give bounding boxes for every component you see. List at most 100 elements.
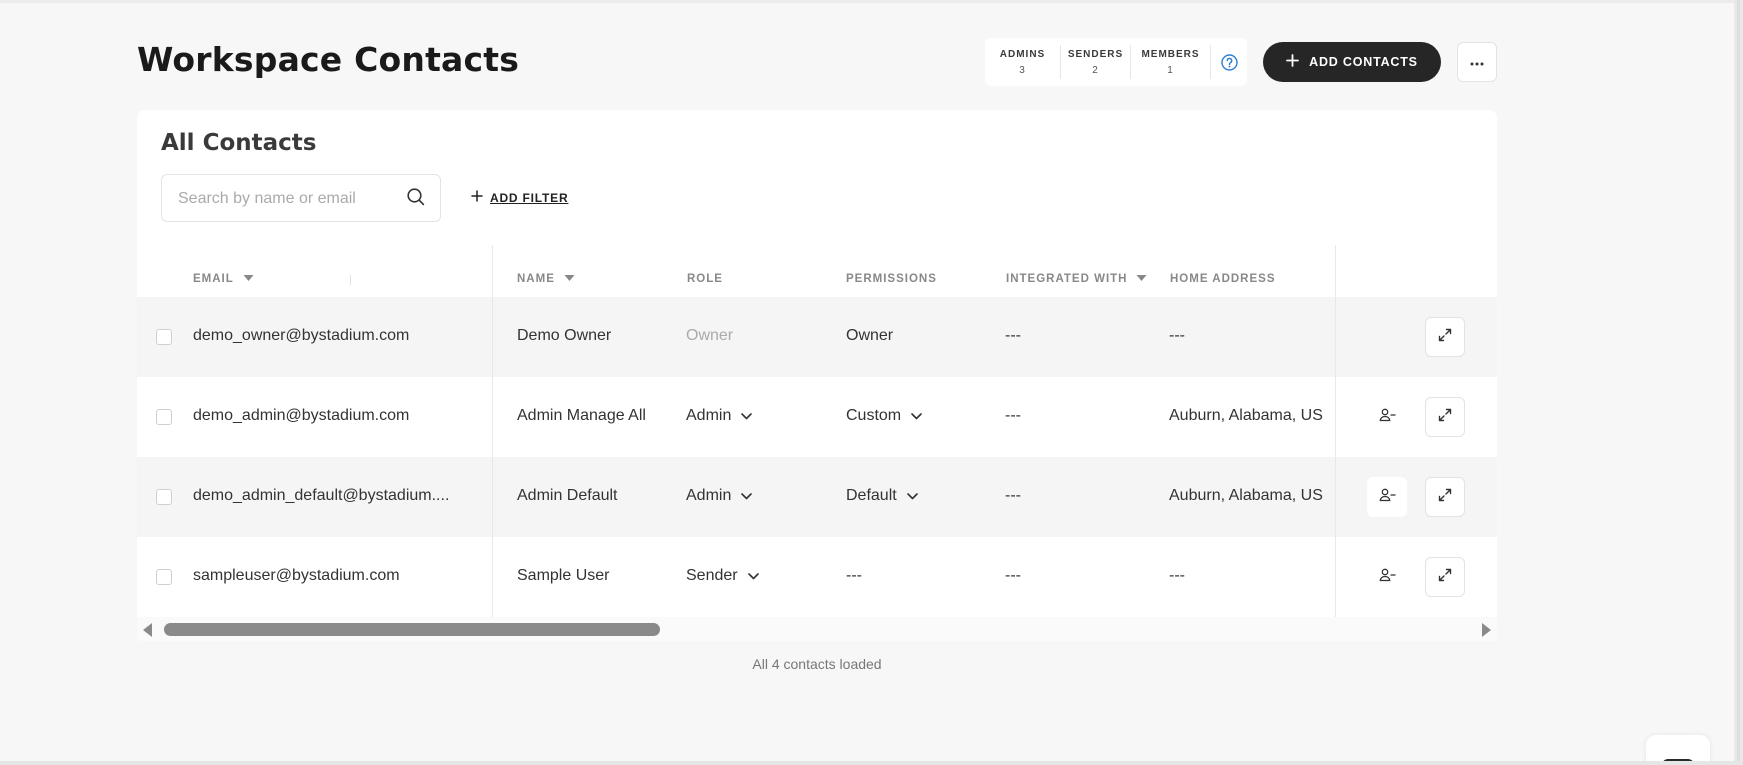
more-options-button[interactable]: [1457, 42, 1497, 82]
cell-home-address: Auburn, Alabama, US: [1169, 487, 1323, 504]
page-title: Workspace Contacts: [137, 40, 520, 79]
remove-user-button[interactable]: [1367, 477, 1407, 517]
remove-user-button[interactable]: [1367, 397, 1407, 437]
cell-integrated-with: ---: [1005, 487, 1021, 504]
ellipsis-icon: [1470, 53, 1484, 71]
chevron-down-icon: [747, 567, 759, 585]
permissions-value: Custom: [846, 407, 902, 424]
cell-email: demo_admin@bystadium.com: [193, 407, 410, 424]
user-minus-icon: [1379, 568, 1396, 587]
search-box[interactable]: [161, 174, 441, 222]
role-stats: ADMINS 3 SENDERS 2 MEMBERS 1: [985, 38, 1247, 86]
chevron-down-icon: [741, 407, 753, 425]
permissions-dropdown[interactable]: Default: [846, 487, 918, 505]
sort-down-icon[interactable]: [1136, 273, 1147, 285]
search-icon[interactable]: [406, 187, 426, 212]
role-value: Sender: [686, 567, 738, 584]
stat-label: SENDERS: [1067, 48, 1124, 60]
user-minus-icon: [1379, 408, 1396, 427]
role-value: Admin: [686, 487, 732, 504]
cell-name: Sample User: [517, 567, 610, 584]
stat-label: MEMBERS: [1141, 48, 1200, 60]
horizontal-scrollbar-thumb[interactable]: [164, 623, 660, 636]
expand-button[interactable]: [1425, 317, 1465, 357]
column-header-integrated-with[interactable]: INTEGRATED WITH: [1006, 273, 1147, 285]
role-value: Admin: [686, 407, 732, 424]
column-header-home-address[interactable]: HOME ADDRESS: [1170, 273, 1276, 285]
table-row[interactable]: demo_admin@bystadium.com Admin Manage Al…: [137, 377, 1497, 457]
column-label: HOME ADDRESS: [1170, 273, 1276, 285]
stat-value: 3: [1019, 64, 1026, 76]
cell-home-address: Auburn, Alabama, US: [1169, 407, 1323, 424]
sort-down-icon[interactable]: [564, 273, 575, 285]
user-minus-icon: [1379, 488, 1396, 507]
cell-integrated-with: ---: [1005, 567, 1021, 584]
column-header-role[interactable]: ROLE: [687, 273, 723, 285]
expand-icon: [1438, 328, 1452, 347]
stat-senders: SENDERS 2: [1061, 45, 1131, 79]
page-scrollbar[interactable]: [1734, 0, 1743, 765]
permissions-value: Default: [846, 487, 897, 504]
sort-down-icon[interactable]: [243, 273, 254, 285]
expand-button[interactable]: [1425, 397, 1465, 437]
expand-button[interactable]: [1425, 557, 1465, 597]
chevron-down-icon: [906, 487, 918, 505]
card-title: All Contacts: [161, 130, 317, 156]
column-label: ROLE: [687, 273, 723, 285]
stat-members: MEMBERS 1: [1131, 45, 1211, 79]
scroll-right-icon[interactable]: [1482, 623, 1491, 637]
card-header: All Contacts ADD FILTER: [137, 110, 1497, 245]
add-contacts-label: ADD CONTACTS: [1309, 55, 1418, 69]
cell-email: sampleuser@bystadium.com: [193, 567, 400, 584]
cell-email: demo_admin_default@bystadium....: [193, 487, 450, 504]
chevron-down-icon: [741, 487, 753, 505]
plus-icon: [1286, 54, 1300, 70]
permissions-dropdown[interactable]: Custom: [846, 407, 922, 425]
column-header-email[interactable]: EMAIL: [193, 273, 254, 285]
load-status: All 4 contacts loaded: [752, 656, 882, 672]
row-checkbox[interactable]: [156, 329, 172, 345]
column-header-name[interactable]: NAME: [517, 273, 575, 285]
expand-icon: [1438, 568, 1452, 587]
cell-integrated-with: ---: [1005, 327, 1021, 344]
cell-email: demo_owner@bystadium.com: [193, 327, 410, 344]
cell-name: Demo Owner: [517, 327, 612, 344]
row-checkbox[interactable]: [156, 409, 172, 425]
row-checkbox[interactable]: [156, 569, 172, 585]
table-row[interactable]: demo_admin_default@bystadium.... Admin D…: [137, 457, 1497, 537]
column-label: NAME: [517, 273, 555, 285]
help-icon[interactable]: [1211, 53, 1247, 71]
column-resize-handle[interactable]: [350, 275, 351, 285]
scroll-left-icon[interactable]: [143, 623, 152, 637]
stat-value: 2: [1092, 64, 1099, 76]
cell-name: Admin Manage All: [517, 407, 646, 424]
add-filter-button[interactable]: ADD FILTER: [471, 190, 568, 205]
expand-icon: [1438, 408, 1452, 427]
plus-icon: [471, 190, 483, 205]
remove-user-button[interactable]: [1367, 557, 1407, 597]
chevron-down-icon: [911, 407, 922, 425]
cell-home-address: ---: [1169, 327, 1185, 344]
expand-icon: [1438, 488, 1452, 507]
page-scrollbar-thumb[interactable]: [1737, 0, 1740, 765]
table-row[interactable]: demo_owner@bystadium.com Demo Owner Owne…: [137, 297, 1497, 377]
cell-integrated-with: ---: [1005, 407, 1021, 424]
role-dropdown[interactable]: Admin: [686, 407, 753, 425]
table-row[interactable]: sampleuser@bystadium.com Sample User Sen…: [137, 537, 1497, 617]
column-header-permissions[interactable]: PERMISSIONS: [846, 273, 937, 285]
top-border: [0, 0, 1743, 3]
cell-permissions: Owner: [846, 327, 894, 344]
role-dropdown[interactable]: Sender: [686, 567, 759, 585]
stat-label: ADMINS: [999, 48, 1046, 60]
cell-name: Admin Default: [517, 487, 618, 504]
sticky-column-divider: [492, 245, 493, 617]
search-input[interactable]: [178, 187, 398, 211]
row-checkbox[interactable]: [156, 489, 172, 505]
role-dropdown[interactable]: Admin: [686, 487, 753, 505]
add-contacts-button[interactable]: ADD CONTACTS: [1263, 42, 1441, 82]
horizontal-scrollbar[interactable]: [137, 617, 1497, 641]
stat-value: 1: [1167, 64, 1174, 76]
expand-button[interactable]: [1425, 477, 1465, 517]
cell-permissions: ---: [846, 567, 862, 584]
column-label: EMAIL: [193, 273, 234, 285]
